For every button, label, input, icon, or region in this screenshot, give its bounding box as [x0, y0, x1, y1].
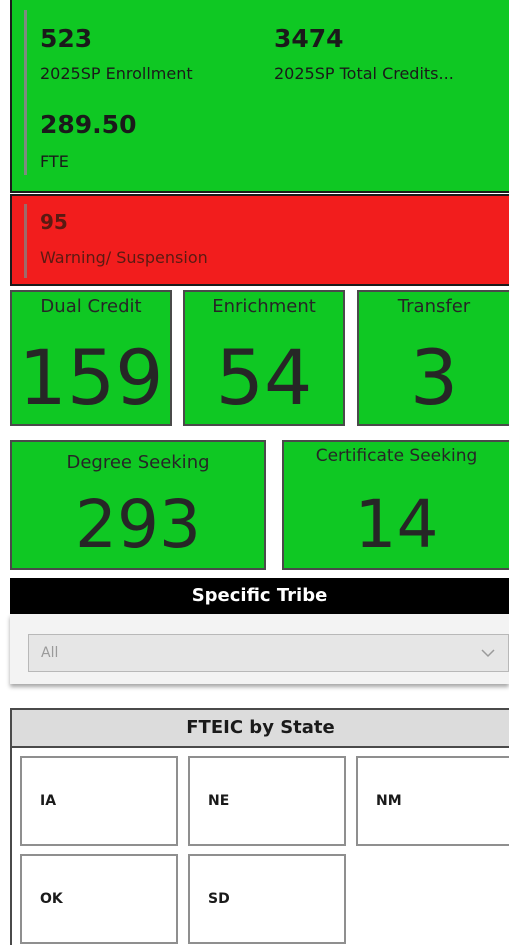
accent-bar — [24, 204, 27, 278]
state-label: IA — [40, 793, 57, 809]
degree-seeking-value: 293 — [75, 486, 201, 563]
state-button-ok[interactable]: OK — [20, 854, 178, 944]
fteic-by-state-panel: FTEIC by State IA NE NM OK SD — [10, 708, 509, 945]
certificate-seeking-title: Certificate Seeking — [315, 446, 478, 466]
kpi-card-enrollment: 523 2025SP Enrollment 3474 2025SP Total … — [10, 0, 509, 193]
state-button-sd[interactable]: SD — [188, 854, 346, 944]
degree-seeking-title: Degree Seeking — [66, 452, 210, 473]
transfer-title: Transfer — [397, 296, 471, 317]
tile-degree-seeking: Degree Seeking 293 — [10, 440, 266, 570]
accent-bar — [24, 10, 27, 175]
warning-value: 95 — [40, 210, 68, 234]
state-label: NE — [208, 793, 230, 809]
state-label: NM — [376, 793, 402, 809]
dual-credit-value: 159 — [18, 333, 164, 422]
fteic-title: FTEIC by State — [12, 710, 509, 748]
kpi-card-warning: 95 Warning/ Suspension — [10, 194, 509, 286]
state-button-ia[interactable]: IA — [20, 756, 178, 846]
credits-label: 2025SP Total Credits... — [274, 64, 454, 83]
state-label: OK — [40, 891, 63, 907]
slicer-title: Specific Tribe — [10, 578, 509, 614]
certificate-seeking-value: 14 — [354, 486, 439, 563]
tribe-dropdown[interactable]: All — [28, 634, 509, 672]
state-button-nm[interactable]: NM — [356, 756, 509, 846]
tile-certificate-seeking: Certificate Seeking 14 — [282, 440, 509, 570]
state-button-ne[interactable]: NE — [188, 756, 346, 846]
dual-credit-title: Dual Credit — [40, 296, 142, 317]
tile-dual-credit: Dual Credit 159 — [10, 290, 172, 426]
credits-value: 3474 — [274, 24, 344, 53]
specific-tribe-slicer: All — [10, 614, 509, 684]
enrollment-label: 2025SP Enrollment — [40, 64, 193, 83]
dropdown-value: All — [41, 645, 59, 661]
fte-label: FTE — [40, 152, 69, 171]
transfer-value: 3 — [409, 333, 459, 422]
enrichment-value: 54 — [215, 333, 313, 422]
enrichment-title: Enrichment — [212, 296, 316, 317]
tile-transfer: Transfer 3 — [357, 290, 509, 426]
chevron-down-icon — [481, 649, 495, 658]
warning-label: Warning/ Suspension — [40, 248, 208, 267]
tile-enrichment: Enrichment 54 — [183, 290, 345, 426]
enrollment-value: 523 — [40, 24, 93, 53]
fte-value: 289.50 — [40, 110, 137, 139]
state-label: SD — [208, 891, 230, 907]
